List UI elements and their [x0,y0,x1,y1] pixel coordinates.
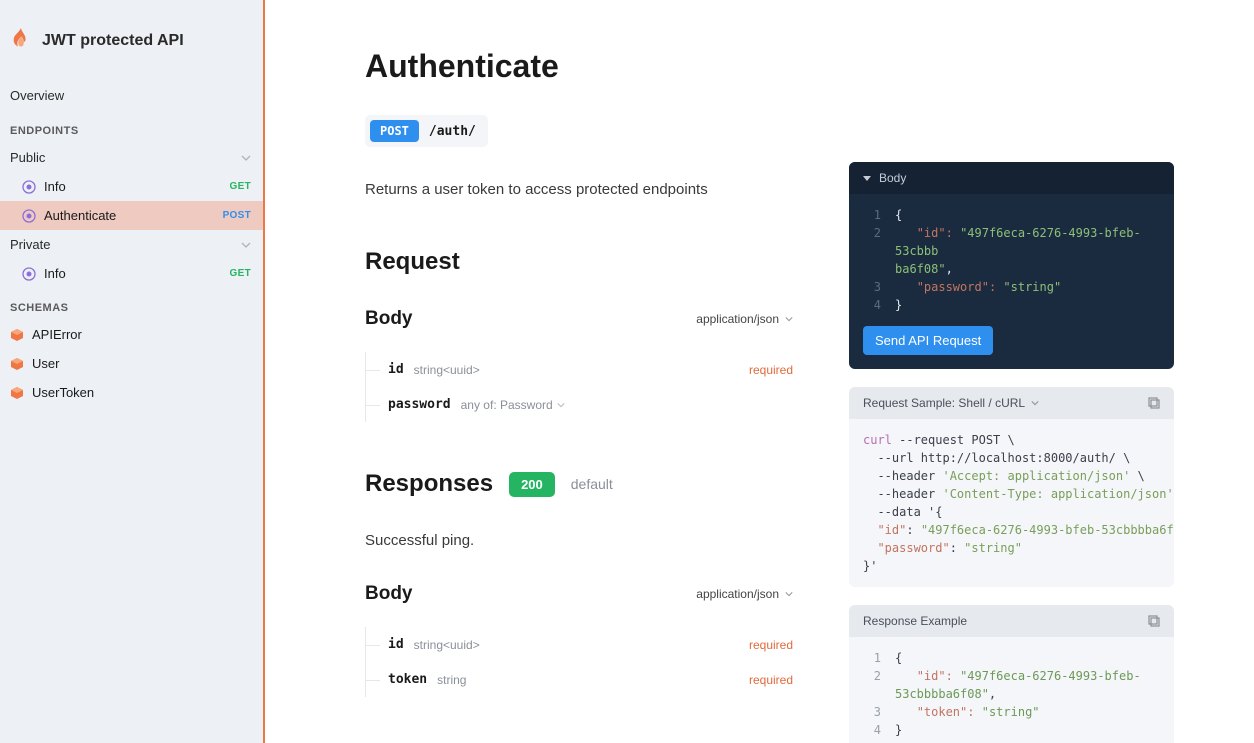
section-label-endpoints: ENDPOINTS [0,111,263,143]
method-badge: POST [370,120,419,142]
body-panel: Body 1{2 "id": "497f6eca-6276-4993-bfeb-… [849,162,1174,369]
sidebar: JWT protected API Overview ENDPOINTS Pub… [0,0,265,743]
sidebar-schema-apierror[interactable]: APIError [0,320,263,349]
chevron-down-icon [1031,399,1039,407]
request-sample-code: curl --request POST \ --url http://local… [849,419,1174,587]
field-type: string [437,673,466,687]
sidebar-schema-usertoken[interactable]: UserToken [0,378,263,407]
field-row-id: id string<uuid> required [366,352,793,387]
body-panel-header[interactable]: Body [849,162,1174,194]
request-field-list: id string<uuid> required password any of… [365,352,793,422]
flame-icon [10,28,32,54]
caret-down-icon [863,176,871,181]
copy-icon[interactable] [1148,397,1160,409]
path-text: /auth/ [429,124,476,139]
section-label-schemas: SCHEMAS [0,288,263,320]
response-example-code: 1{2 "id": "497f6eca-6276-4993-bfeb-53cbb… [849,637,1174,743]
status-label: default [571,476,613,492]
page-title: Authenticate [365,48,793,85]
field-name: password [388,397,451,412]
chevron-down-icon [785,315,793,323]
app-title: JWT protected API [42,32,184,50]
endpoint-label: Info [44,266,66,281]
content-type-select[interactable]: application/json [696,587,793,601]
field-required: required [749,673,793,687]
method-tag: GET [230,181,251,192]
sidebar-link-overview[interactable]: Overview [0,80,263,111]
cube-icon [10,357,24,371]
panel-label: Body [879,171,906,185]
field-type: string<uuid> [414,638,480,652]
request-sample-header: Request Sample: Shell / cURL [849,387,1174,419]
sidebar-schema-user[interactable]: User [0,349,263,378]
cube-icon [10,386,24,400]
response-field-list: id string<uuid> required token string re… [365,627,793,697]
sidebar-item-info-public[interactable]: Info GET [0,172,263,201]
chevron-down-icon [785,590,793,598]
schema-label: APIError [32,327,82,342]
method-tag: POST [223,210,251,221]
content-type-label: application/json [696,587,779,601]
field-required: required [749,363,793,377]
field-row-token: token string required [366,662,793,697]
field-name: id [388,637,404,652]
chevron-down-icon [557,401,565,409]
chevron-down-icon [241,240,251,250]
cube-icon [10,328,24,342]
sidebar-group-public[interactable]: Public [0,143,263,172]
field-type: string<uuid> [414,363,480,377]
request-sample-panel: Request Sample: Shell / cURL curl --requ… [849,387,1174,587]
status-badge[interactable]: 200 [509,472,555,497]
method-path-bar: POST /auth/ [365,115,488,147]
sidebar-group-private[interactable]: Private [0,230,263,259]
panel-label: Request Sample: Shell / cURL [863,396,1025,410]
body-heading: Body [365,308,413,330]
schema-label: User [32,356,59,371]
request-heading: Request [365,248,793,276]
field-type-select[interactable]: any of: Password [461,398,565,412]
target-icon [22,209,36,223]
content-type-label: application/json [696,312,779,326]
responses-heading: Responses [365,470,493,498]
content-type-select[interactable]: application/json [696,312,793,326]
send-api-request-button[interactable]: Send API Request [863,326,993,355]
chevron-down-icon [241,153,251,163]
field-row-password: password any of: Password [366,387,793,422]
group-label: Private [10,237,50,252]
response-example-header: Response Example [849,605,1174,637]
target-icon [22,267,36,281]
endpoint-description: Returns a user token to access protected… [365,181,793,198]
request-sample-select[interactable]: Request Sample: Shell / cURL [863,396,1039,410]
response-description: Successful ping. [365,532,793,549]
sidebar-item-info-private[interactable]: Info GET [0,259,263,288]
method-tag: GET [230,268,251,279]
field-required: required [749,638,793,652]
main: Authenticate POST /auth/ Returns a user … [265,0,1254,743]
copy-icon[interactable] [1148,615,1160,627]
sidebar-header: JWT protected API [0,0,263,80]
body-heading: Body [365,583,413,605]
endpoint-label: Authenticate [44,208,116,223]
field-name: id [388,362,404,377]
response-example-panel: Response Example 1{2 "id": "497f6eca-627… [849,605,1174,743]
body-code[interactable]: 1{2 "id": "497f6eca-6276-4993-bfeb-53cbb… [849,194,1174,326]
field-row-id: id string<uuid> required [366,627,793,662]
field-name: token [388,672,427,687]
target-icon [22,180,36,194]
schema-label: UserToken [32,385,94,400]
endpoint-label: Info [44,179,66,194]
sidebar-item-authenticate[interactable]: Authenticate POST [0,201,263,230]
group-label: Public [10,150,45,165]
panel-label: Response Example [863,614,967,628]
